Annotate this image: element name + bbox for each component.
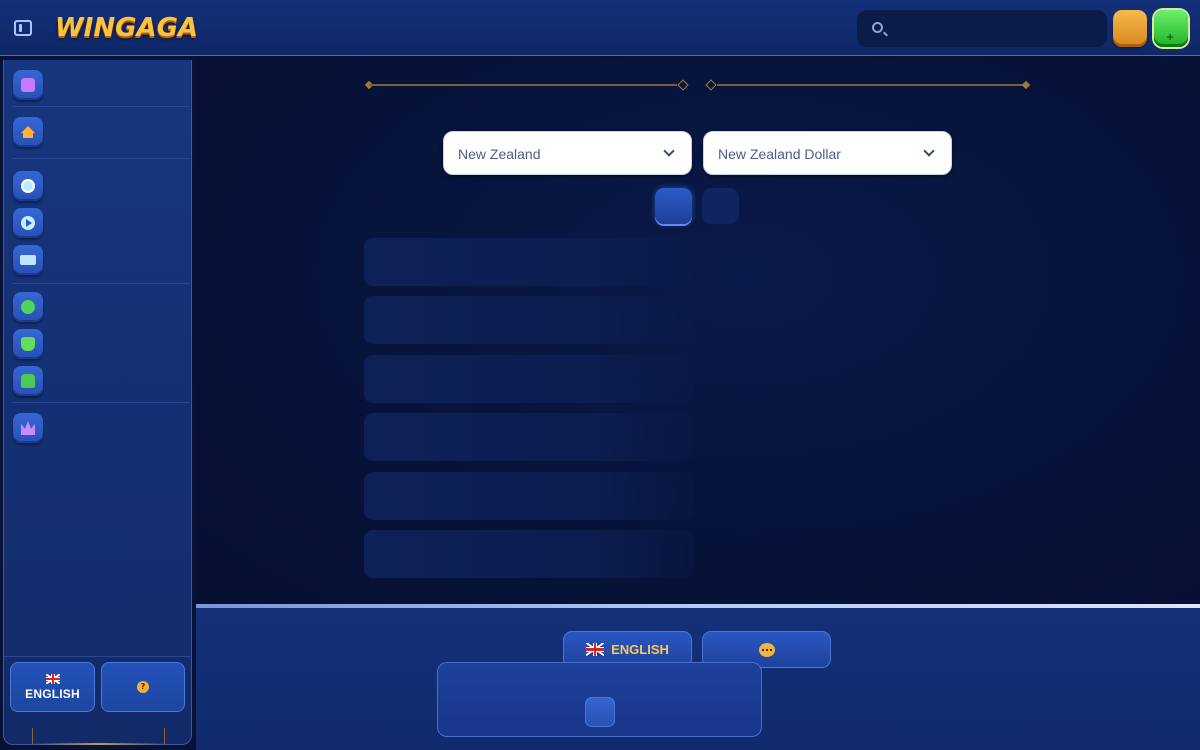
play-icon xyxy=(21,216,35,230)
sidebar-toggle-icon[interactable] xyxy=(14,20,32,36)
loading-placeholder xyxy=(364,296,694,344)
search-icon xyxy=(872,22,883,33)
sidebar-item-shop[interactable] xyxy=(13,366,43,396)
sidebar-language-button[interactable]: ENGLISH xyxy=(10,662,95,712)
currency-select-value: New Zealand Dollar xyxy=(718,146,841,162)
login-button[interactable] xyxy=(1113,10,1147,47)
loading-placeholder xyxy=(364,472,694,520)
sidebar: ENGLISH ? xyxy=(3,60,192,745)
sidebar-item-rewards[interactable] xyxy=(13,292,43,322)
footer-panel-button[interactable] xyxy=(585,697,615,727)
sidebar-item-sports[interactable] xyxy=(13,171,43,201)
sidebar-item-gift[interactable] xyxy=(13,70,43,100)
loading-placeholder xyxy=(364,238,694,286)
sidebar-tip xyxy=(32,728,165,744)
sidebar-divider xyxy=(4,656,191,657)
chat-icon xyxy=(758,642,775,657)
top-header: WINGAGA + xyxy=(0,0,1200,56)
plus-icon: + xyxy=(1166,32,1175,43)
home-icon-base xyxy=(23,132,33,138)
country-select[interactable]: New Zealand xyxy=(443,131,692,175)
sidebar-item-tournaments[interactable] xyxy=(13,329,43,359)
sidebar-help-button[interactable]: ? xyxy=(101,662,185,712)
search-input[interactable] xyxy=(891,10,1101,47)
sidebar-language-label: ENGLISH xyxy=(25,686,80,701)
gift-icon xyxy=(21,78,35,92)
sidebar-item-vip[interactable] xyxy=(13,413,43,443)
shopping-bag-icon xyxy=(21,374,35,388)
sidebar-divider xyxy=(12,158,190,159)
loading-placeholder xyxy=(364,413,694,461)
sidebar-item-home[interactable] xyxy=(13,117,43,147)
sidebar-divider xyxy=(12,106,190,107)
country-select-value: New Zealand xyxy=(458,146,541,162)
ornament-line-right xyxy=(717,84,1025,86)
tab-first[interactable] xyxy=(655,188,692,224)
search-box[interactable] xyxy=(857,10,1107,47)
soccer-ball-icon xyxy=(21,179,35,193)
chevron-down-icon xyxy=(923,145,935,157)
tab-second[interactable] xyxy=(702,188,739,224)
uk-flag-icon xyxy=(45,673,60,684)
logo[interactable]: WINGAGA xyxy=(55,12,198,44)
ornament-line-left xyxy=(369,84,677,86)
footer-language-label: ENGLISH xyxy=(611,642,669,657)
loading-placeholder xyxy=(364,530,694,578)
sidebar-divider xyxy=(12,402,190,403)
chevron-down-icon xyxy=(663,145,675,157)
sidebar-tip-line xyxy=(31,743,166,745)
uk-flag-icon xyxy=(586,643,605,656)
sidebar-item-ticket[interactable] xyxy=(13,245,43,275)
ticket-icon xyxy=(20,255,36,265)
currency-select[interactable]: New Zealand Dollar xyxy=(703,131,952,175)
main-content xyxy=(196,57,1200,604)
footer-panel xyxy=(437,662,762,737)
sidebar-divider xyxy=(12,283,190,284)
medal-icon xyxy=(21,300,35,314)
crown-icon xyxy=(21,421,35,435)
register-button[interactable]: + xyxy=(1154,10,1188,47)
sidebar-item-live[interactable] xyxy=(13,208,43,238)
trophy-icon xyxy=(21,337,35,351)
help-icon: ? xyxy=(137,681,149,693)
loading-placeholder xyxy=(364,355,694,403)
